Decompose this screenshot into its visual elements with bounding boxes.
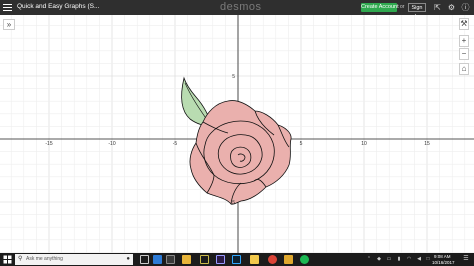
network-icon[interactable]: ▭ xyxy=(386,256,392,262)
expand-list-icon[interactable]: » xyxy=(3,19,15,30)
microphone-icon[interactable]: ● xyxy=(126,256,130,263)
x-tick-label: 5 xyxy=(300,141,303,147)
search-placeholder: Ask me anything xyxy=(26,256,63,262)
x-tick-label: 10 xyxy=(361,141,367,147)
premiere-icon[interactable] xyxy=(216,255,225,264)
share-icon[interactable]: ⇱ xyxy=(433,3,442,12)
task-view-icon[interactable] xyxy=(140,255,149,264)
desmos-logo: desmos xyxy=(220,1,262,13)
zoom-in-icon[interactable]: + xyxy=(459,35,469,47)
clock-time[interactable]: 9:08 AM xyxy=(434,254,451,259)
home-icon[interactable]: ⌂ xyxy=(459,63,469,75)
y-tick-label: -5 xyxy=(231,200,236,206)
photoshop-icon[interactable] xyxy=(232,255,241,264)
file-explorer-icon[interactable] xyxy=(182,255,191,264)
store-icon[interactable] xyxy=(166,255,175,264)
x-tick-label: -10 xyxy=(108,141,115,147)
graph-svg: -15 -10 -5 5 10 15 5 -5 xyxy=(0,15,474,253)
x-tick-label: -5 xyxy=(173,141,178,147)
search-icon: ⚲ xyxy=(18,256,23,262)
battery-icon[interactable]: ▮ xyxy=(396,256,402,262)
graph-canvas[interactable]: -15 -10 -5 5 10 15 5 -5 » ⚒ + − ⌂ xyxy=(0,15,474,253)
notification-icon[interactable]: ☰ xyxy=(462,255,470,264)
folder-icon[interactable] xyxy=(284,255,293,264)
zoom-out-icon[interactable]: − xyxy=(459,48,469,60)
wifi-icon[interactable]: ◠ xyxy=(406,256,412,262)
windows-taskbar: ⚲ Ask me anything ● ⌃ ◆ ▭ ▮ ◠ ◀ □ 9:08 A… xyxy=(0,253,474,266)
dropbox-icon[interactable]: ◆ xyxy=(376,256,382,262)
x-tick-label: 15 xyxy=(424,141,430,147)
settings-icon[interactable]: ⚙ xyxy=(447,3,456,12)
or-label: or xyxy=(400,4,405,10)
camtasia-icon[interactable] xyxy=(200,255,209,264)
chrome-icon[interactable] xyxy=(268,255,277,264)
windows-start-icon[interactable] xyxy=(2,254,13,265)
create-account-button[interactable]: Create Account xyxy=(361,3,399,12)
wrench-icon[interactable]: ⚒ xyxy=(459,18,469,30)
edge-icon[interactable] xyxy=(153,255,162,264)
tray-up-icon[interactable]: ⌃ xyxy=(366,256,372,262)
clock-date[interactable]: 10/16/2017 xyxy=(432,260,455,265)
help-icon[interactable]: ⓘ xyxy=(461,3,470,12)
menu-icon[interactable] xyxy=(3,3,12,12)
sign-in-button[interactable]: Sign In xyxy=(408,3,426,20)
sticky-notes-icon[interactable] xyxy=(250,255,259,264)
volume-icon[interactable]: ◀ xyxy=(416,256,422,262)
spotify-icon[interactable] xyxy=(300,255,309,264)
y-tick-label: 5 xyxy=(232,74,235,80)
language-icon[interactable]: □ xyxy=(425,256,431,262)
graph-title[interactable]: Quick and Easy Graphs (S... xyxy=(17,3,99,10)
top-bar: Quick and Easy Graphs (S... desmos Creat… xyxy=(0,0,474,20)
x-tick-label: -15 xyxy=(45,141,52,147)
taskbar-search-box[interactable]: ⚲ Ask me anything ● xyxy=(15,254,133,265)
